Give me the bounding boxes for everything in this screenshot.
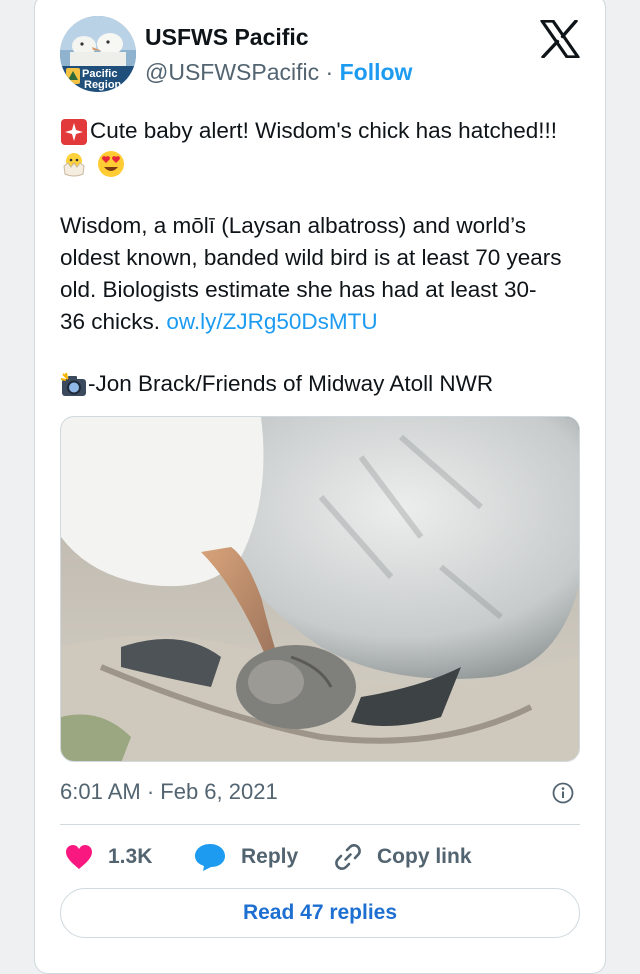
copy-link-label: Copy link xyxy=(377,845,472,868)
copy-link-button[interactable]: Copy link xyxy=(333,842,472,872)
tweet-link[interactable]: ow.ly/ZJRg50DsMTU xyxy=(166,309,377,334)
like-count: 1.3K xyxy=(108,845,153,868)
tweet-photo[interactable] xyxy=(60,416,580,762)
avatar[interactable]: Pacific Region xyxy=(60,16,136,92)
rotating-light-emoji xyxy=(61,119,87,146)
tweet-body-line-3: old. Biologists estimate she has had at … xyxy=(60,277,537,302)
reply-bubble-icon xyxy=(195,844,225,871)
reply-button[interactable]: Reply xyxy=(193,842,298,872)
tweet-timestamp[interactable]: 6:01 AM · Feb 6, 2021 xyxy=(60,779,278,805)
photo-credit: -Jon Brack/Friends of Midway Atoll NWR xyxy=(88,371,494,396)
tweet-body-line-4: 36 chicks. ow.ly/ZJRg50DsMTU xyxy=(60,306,590,338)
tweet-line-1: Cute baby alert! Wisdom's chick has hatc… xyxy=(60,115,590,147)
tweet-body-line-1: Wisdom, a mōlī (Laysan albatross) and wo… xyxy=(60,213,527,238)
tweet-body-line-2: oldest known, banded wild bird is at lea… xyxy=(60,245,562,270)
hatching-chick-emoji xyxy=(63,153,85,177)
reply-label: Reply xyxy=(241,845,299,868)
tweet-body-text: 36 chicks. xyxy=(60,309,161,334)
camera-flash-emoji xyxy=(60,372,86,397)
read-replies-button[interactable]: Read 47 replies xyxy=(60,888,580,938)
divider xyxy=(60,824,580,825)
info-icon[interactable] xyxy=(552,782,574,804)
like-button[interactable]: 1.3K xyxy=(64,842,152,872)
heart-icon xyxy=(66,845,92,869)
heart-eyes-emoji xyxy=(98,151,125,178)
tweet-emoji-row xyxy=(60,147,590,179)
author-handle[interactable]: @USFWSPacific xyxy=(145,59,319,85)
tweet-credit-line: -Jon Brack/Friends of Midway Atoll NWR xyxy=(60,368,590,400)
follow-button[interactable]: Follow xyxy=(340,59,413,85)
author-name[interactable]: USFWS Pacific xyxy=(145,24,309,51)
tweet-headline: Cute baby alert! Wisdom's chick has hatc… xyxy=(90,118,558,143)
separator-dot: · xyxy=(325,59,334,85)
read-replies-label: Read 47 replies xyxy=(242,901,398,924)
x-logo-icon[interactable] xyxy=(540,20,580,58)
link-icon xyxy=(335,844,361,870)
author-handle-row: @USFWSPacific · Follow xyxy=(145,59,412,86)
